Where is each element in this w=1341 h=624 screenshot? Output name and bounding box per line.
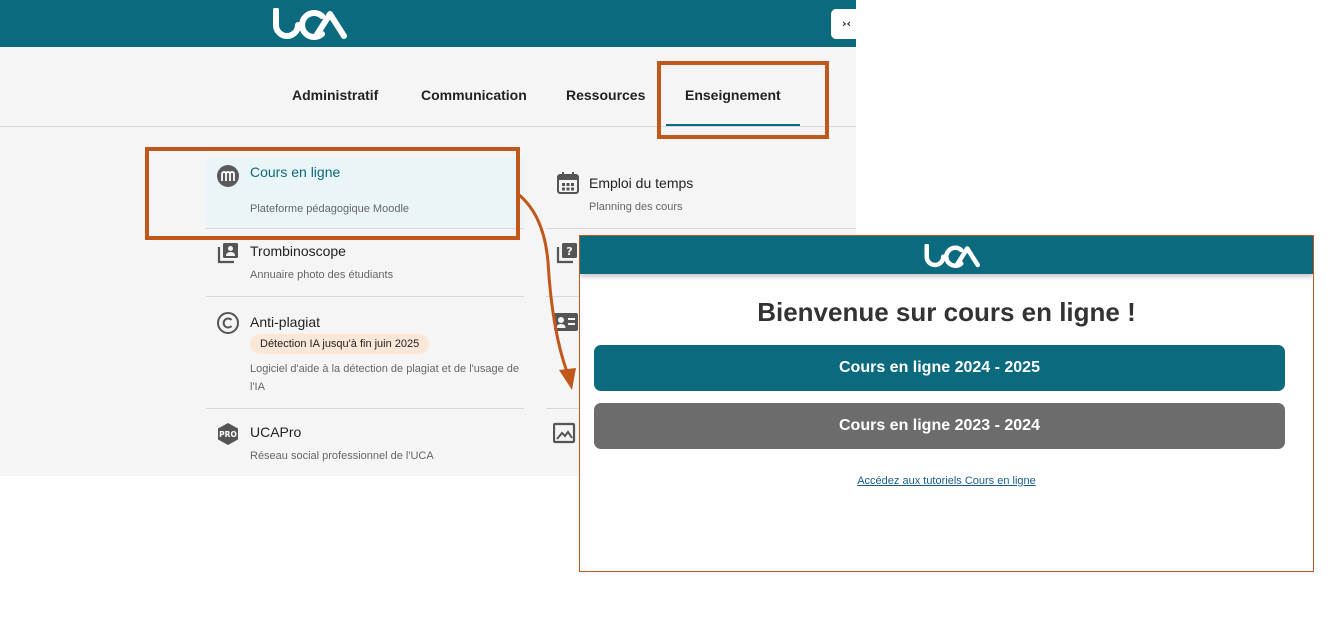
copyright-icon <box>217 312 239 334</box>
collapse-button[interactable]: ›‹ <box>831 9 856 39</box>
highlight-cours-en-ligne <box>145 147 520 240</box>
calendar-icon <box>557 172 579 194</box>
ai-detection-badge: Détection IA jusqu'à fin juin 2025 <box>250 334 430 354</box>
menu-item-ucapro[interactable]: PRO UCAPro Réseau social professionnel d… <box>206 418 524 472</box>
menu-item-title: Emploi du temps <box>589 175 694 191</box>
cours-en-ligne-2024-2025-button[interactable]: Cours en ligne 2024 - 2025 <box>594 345 1285 391</box>
menu-item-desc: Annuaire photo des étudiants <box>250 269 394 281</box>
svg-text:?: ? <box>566 245 572 258</box>
popup-title: Bienvenue sur cours en ligne ! <box>757 297 1136 327</box>
menu-item-title: Anti-plagiat <box>250 314 321 330</box>
menu-item-anti-plagiat[interactable]: Anti-plagiat Logiciel d'aide à la détect… <box>206 306 524 402</box>
menu-item-title: Trombinoscope <box>250 243 346 259</box>
cours-en-ligne-2023-2024-button[interactable]: Cours en ligne 2023 - 2024 <box>594 403 1285 449</box>
tab-ressources[interactable]: Ressources <box>566 87 645 103</box>
menu-item-desc: Planning des cours <box>589 201 683 213</box>
tutorials-link[interactable]: Accédez aux tutoriels Cours en ligne <box>580 475 1313 487</box>
menu-item-desc: Logiciel d'aide à la détection de plagia… <box>250 363 520 393</box>
tab-administratif[interactable]: Administratif <box>292 87 378 103</box>
menu-item-desc: Réseau social professionnel de l'UCA <box>250 450 434 462</box>
divider <box>206 296 524 297</box>
divider <box>206 408 524 409</box>
menu-item-title: UCAPro <box>250 424 302 440</box>
help-book-icon: ? <box>556 243 577 264</box>
uca-logo[interactable] <box>272 8 350 40</box>
cours-en-ligne-popup: Bienvenue sur cours en ligne ! Cours en … <box>579 235 1314 572</box>
svg-text:PRO: PRO <box>219 430 237 439</box>
divider <box>546 228 856 229</box>
portrait-book-icon <box>217 243 238 264</box>
menu-item-emploi-du-temps[interactable]: Emploi du temps Planning des cours <box>546 158 856 228</box>
tab-communication[interactable]: Communication <box>421 87 527 103</box>
pro-hexagon-icon: PRO <box>218 423 238 445</box>
menu-item-trombinoscope[interactable]: Trombinoscope Annuaire photo des étudian… <box>206 236 524 294</box>
portal-header: ›‹ <box>0 0 856 47</box>
uca-logo[interactable] <box>923 244 983 268</box>
popup-header <box>580 236 1313 274</box>
image-edit-icon <box>553 422 576 444</box>
highlight-enseignement-tab <box>657 61 829 139</box>
id-card-icon <box>554 313 578 331</box>
annotated-screenshot: ›‹ Administratif Communication Ressource… <box>0 0 1341 624</box>
